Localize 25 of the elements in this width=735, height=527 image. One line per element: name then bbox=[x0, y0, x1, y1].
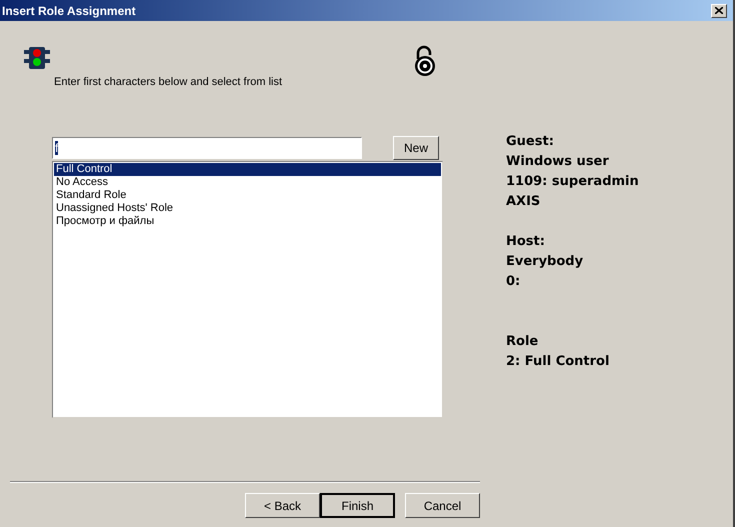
traffic-light-icon bbox=[24, 46, 50, 70]
list-item[interactable]: No Access bbox=[54, 176, 441, 189]
close-button[interactable] bbox=[711, 4, 727, 18]
info-text: 1109: superadmin bbox=[506, 173, 639, 191]
role-list[interactable]: Full Control No Access Standard Role Unassigned Hosts' Role Просмотр и файлы bbox=[52, 161, 443, 418]
close-icon bbox=[715, 7, 723, 14]
info-text: Guest: bbox=[506, 133, 555, 151]
info-text: 0: bbox=[506, 273, 522, 291]
info-text: Windows user bbox=[506, 153, 610, 171]
info-text: Everybody bbox=[506, 253, 584, 271]
info-text: Role bbox=[506, 333, 540, 351]
instruction-text: Enter first characters below and select from list bbox=[54, 75, 282, 90]
list-item[interactable]: Standard Role bbox=[54, 189, 441, 202]
list-item[interactable]: Unassigned Hosts' Role bbox=[54, 202, 441, 215]
info-text: AXIS bbox=[506, 193, 542, 211]
padlock-icon bbox=[413, 45, 437, 77]
info-text: Host: bbox=[506, 233, 546, 251]
new-button[interactable]: New bbox=[393, 136, 439, 160]
list-item[interactable]: Просмотр и файлы bbox=[54, 215, 441, 228]
info-text: 2: Full Control bbox=[506, 353, 610, 371]
list-item[interactable]: Full Control bbox=[54, 163, 441, 176]
dialog-button[interactable]: Finish bbox=[320, 493, 395, 518]
dialog-button[interactable]: < Back bbox=[245, 493, 320, 518]
dialog-button[interactable]: Cancel bbox=[405, 493, 480, 518]
window-title: Insert Role Assignment bbox=[2, 2, 136, 20]
